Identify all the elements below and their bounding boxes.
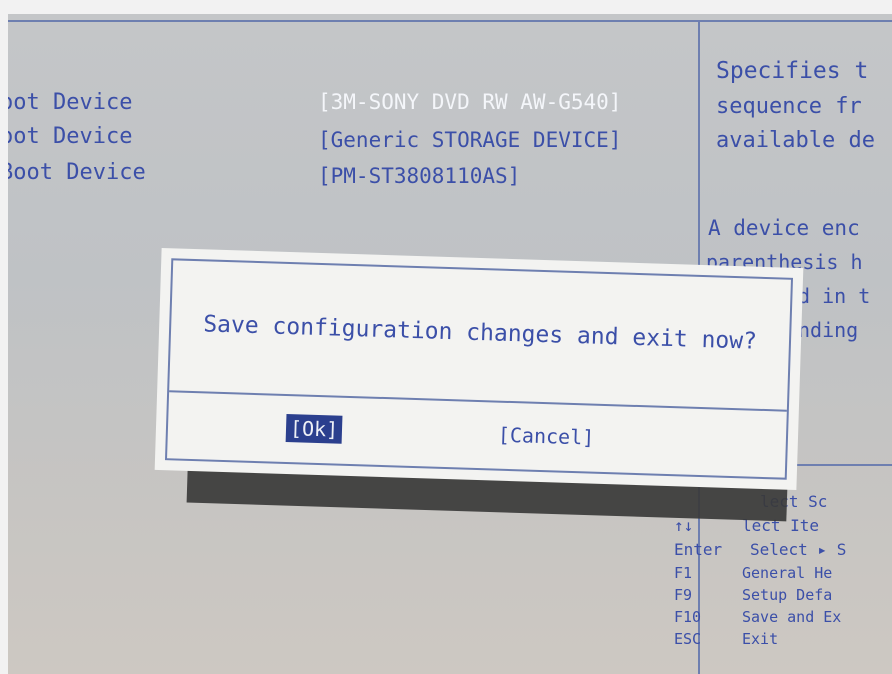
save-exit-dialog: Save configuration changes and exit now?… xyxy=(154,247,804,491)
key-legend-action: Select ▸ S xyxy=(750,540,847,559)
dialog-message: Save configuration changes and exit now? xyxy=(202,311,758,355)
help-line-7: nding xyxy=(798,318,859,342)
help-line-6: d in t xyxy=(798,284,871,308)
key-legend-row-4: F1 General He xyxy=(674,564,832,582)
key-legend-row-5: F9 Setup Defa xyxy=(674,586,832,604)
boot-device-label-1: oot Device xyxy=(8,90,133,115)
key-legend-key: F10 xyxy=(674,608,702,626)
boot-device-value-3[interactable]: [PM-ST3808110AS] xyxy=(318,164,520,188)
boot-device-label-2: oot Device xyxy=(8,124,133,149)
help-line-3: available de xyxy=(716,128,875,153)
key-legend-key: F9 xyxy=(674,586,693,604)
boot-device-value-1[interactable]: [3M-SONY DVD RW AW-G540] xyxy=(318,90,621,114)
key-legend-action: General He xyxy=(742,564,833,582)
key-legend-action: Exit xyxy=(742,630,779,648)
cancel-button[interactable]: [Cancel] xyxy=(498,423,595,450)
help-line-1: Specifies t xyxy=(716,58,869,84)
key-legend-row-7: ESC Exit xyxy=(674,630,778,648)
key-legend-row-3: Enter Select ▸ S xyxy=(674,540,846,559)
help-line-4: A device enc xyxy=(708,216,860,240)
dialog-border: Save configuration changes and exit now?… xyxy=(164,258,794,480)
boot-device-label-3: Boot Device xyxy=(8,160,146,185)
dialog-separator xyxy=(169,390,787,412)
top-border-line xyxy=(8,20,892,22)
help-line-2: sequence fr xyxy=(716,94,862,119)
key-legend-action: Save and Ex xyxy=(742,608,842,626)
photo-frame: oot Device oot Device Boot Device [3M-SO… xyxy=(0,0,892,674)
key-legend-action: Setup Defa xyxy=(742,586,833,604)
key-legend-key: F1 xyxy=(674,564,693,582)
key-legend-key: ESC xyxy=(674,630,702,648)
key-legend-key: Enter xyxy=(674,540,723,559)
ok-button[interactable]: [Ok] xyxy=(285,413,343,444)
key-legend-row-6: F10 Save and Ex xyxy=(674,608,841,626)
boot-device-value-2[interactable]: [Generic STORAGE DEVICE] xyxy=(318,128,621,152)
